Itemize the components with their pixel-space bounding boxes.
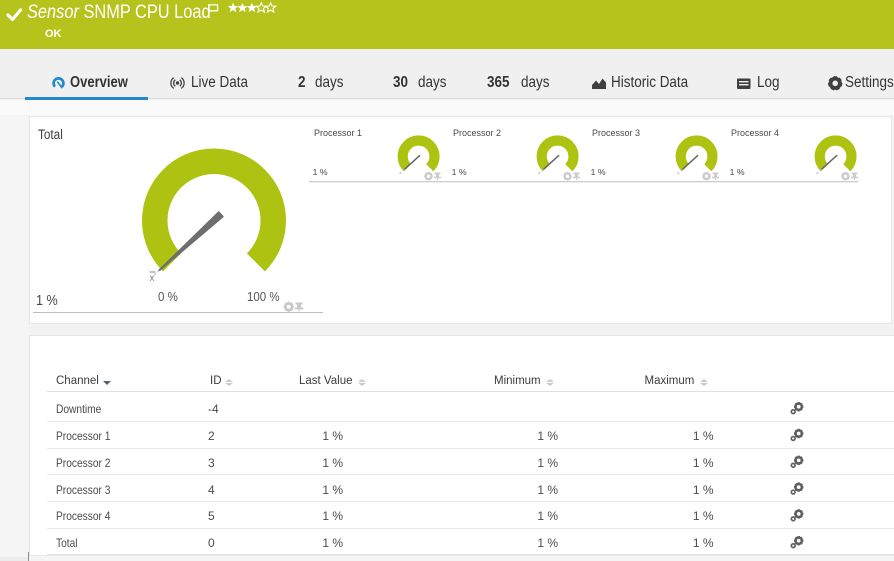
- svg-text:x: x: [150, 273, 155, 284]
